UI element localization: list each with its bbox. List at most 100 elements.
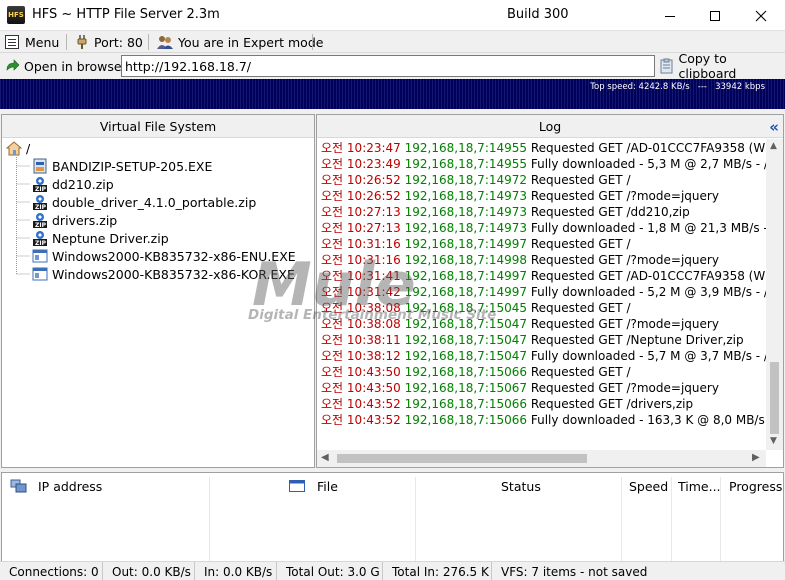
- log-ampm: 오전: [321, 413, 344, 427]
- log-address: 192,168,18,7:15047: [404, 349, 528, 363]
- log-time: 10:31:41: [346, 269, 401, 283]
- vfs-file-item[interactable]: ZIP Neptune Driver.zip: [32, 229, 169, 247]
- log-address: 192,168,18,7:14973: [404, 221, 528, 235]
- menu-label: Menu: [25, 34, 60, 50]
- col-speed[interactable]: Speed: [629, 473, 668, 499]
- copy-to-clipboard-button[interactable]: Copy to clipboard: [659, 51, 785, 81]
- scroll-right-icon[interactable]: ▶: [752, 452, 760, 463]
- col-time[interactable]: Time...: [678, 473, 721, 499]
- toolbar-divider: [312, 34, 313, 50]
- vfs-file-item[interactable]: ZIP drivers.zip: [32, 211, 117, 229]
- log-time: 10:23:47: [346, 141, 401, 155]
- column-divider: [415, 477, 416, 561]
- status-connections: Connections: 0: [0, 562, 103, 580]
- log-line: 오전 10:31:42 192,168,18,7:14997 Fully dow…: [321, 284, 783, 300]
- open-in-browser-button[interactable]: Open in browser: [4, 55, 127, 77]
- minimize-icon: [665, 15, 675, 17]
- log-ampm: 오전: [321, 237, 344, 251]
- vfs-file-name: BANDIZIP-SETUP-205.EXE: [52, 158, 213, 174]
- log-line: 오전 10:43:52 192,168,18,7:15066 Fully dow…: [321, 412, 784, 428]
- column-divider: [720, 477, 721, 561]
- network-icon: [10, 479, 27, 493]
- menu-icon: [5, 35, 19, 49]
- log-line: 오전 10:31:41 192,168,18,7:14997 Requested…: [321, 268, 783, 284]
- log-address: 192,168,18,7:14997: [404, 237, 528, 251]
- vfs-file-name: Neptune Driver.zip: [52, 230, 169, 246]
- open-in-browser-label: Open in browser: [24, 58, 127, 74]
- col-ip-address[interactable]: IP address: [10, 473, 210, 499]
- vfs-file-item[interactable]: BANDIZIP-SETUP-205.EXE: [32, 157, 212, 175]
- log-address: 192,168,18,7:14997: [404, 269, 528, 283]
- col-progress[interactable]: Progress: [729, 473, 782, 499]
- connections-list[interactable]: IP address File Status Speed Time... Pro…: [1, 472, 784, 562]
- column-divider: [671, 477, 672, 561]
- log-address: 192,168,18,7:14998: [404, 253, 528, 267]
- zip-icon: ZIP: [33, 213, 47, 228]
- vfs-file-item[interactable]: ZIP double_driver_4.1.0_portable.zip: [32, 193, 256, 211]
- vfs-root[interactable]: /: [6, 139, 30, 157]
- status-out-speed: Out: 0.0 KB/s: [103, 562, 195, 580]
- log-address: 192,168,18,7:15066: [404, 397, 528, 411]
- url-field[interactable]: [121, 55, 655, 77]
- log-ampm: 오전: [321, 397, 344, 411]
- log-ampm: 오전: [321, 173, 344, 187]
- scroll-up-icon[interactable]: ▲: [770, 141, 777, 151]
- port-button[interactable]: Port: 80: [76, 31, 143, 53]
- collapse-double-chevron-icon[interactable]: «: [769, 118, 779, 136]
- log-message: Requested GET /AD-01CCC7FA9358 (WIN2000): [530, 269, 783, 283]
- log-time: 10:38:08: [346, 317, 401, 331]
- mode-label: You are in Expert mode: [178, 34, 324, 50]
- vfs-root-label: /: [26, 140, 31, 156]
- log-time: 10:43:52: [346, 413, 401, 427]
- log-line: 오전 10:23:47 192,168,18,7:14955 Requested…: [321, 140, 783, 156]
- log-ampm: 오전: [321, 285, 344, 299]
- log-message: Fully downloaded - 1,8 M @ 21,3 MB/s - /…: [530, 221, 784, 235]
- zip-icon: ZIP: [33, 195, 47, 210]
- log-time: 10:43:50: [346, 365, 401, 379]
- virtual-file-system-panel[interactable]: Virtual File System / BANDIZIP-SETUP-205…: [1, 114, 315, 468]
- col-status[interactable]: Status: [501, 473, 541, 499]
- log-ampm: 오전: [321, 381, 344, 395]
- menu-button[interactable]: Menu: [5, 31, 59, 53]
- col-status-label: Status: [501, 478, 541, 494]
- log-ampm: 오전: [321, 365, 344, 379]
- log-address: 192,168,18,7:15066: [404, 413, 528, 427]
- exe-icon: [32, 267, 48, 281]
- status-vfs[interactable]: VFS: 7 items - not saved: [492, 562, 785, 580]
- status-total-out: Total Out: 3.0 G: [277, 562, 383, 580]
- log-horizontal-scroll-thumb[interactable]: [337, 454, 587, 463]
- log-address: 192,168,18,7:14997: [404, 285, 528, 299]
- col-file-label: File: [317, 478, 338, 494]
- log-time: 10:31:16: [346, 237, 401, 251]
- close-button[interactable]: [738, 0, 784, 31]
- minimize-button[interactable]: [647, 0, 693, 31]
- vfs-file-item[interactable]: ZIP dd210.zip: [32, 175, 114, 193]
- log-address: 192,168,18,7:15047: [404, 317, 528, 331]
- log-vertical-scrollbar[interactable]: ▲ ▼: [766, 139, 783, 450]
- users-icon: [157, 36, 173, 49]
- log-line: 오전 10:26:52 192,168,18,7:14972 Requested…: [321, 172, 631, 188]
- log-vertical-scroll-thumb[interactable]: [770, 362, 779, 434]
- title-bar: HFS HFS ~ HTTP File Server 2.3m Build 30…: [0, 0, 785, 31]
- maximize-button[interactable]: [692, 0, 738, 31]
- log-line: 오전 10:31:16 192,168,18,7:14998 Requested…: [321, 252, 719, 268]
- vfs-file-item[interactable]: Windows2000-KB835732-x86-KOR.EXE: [32, 265, 295, 283]
- svg-text:ZIP: ZIP: [35, 222, 47, 228]
- window-file-icon: [289, 480, 305, 492]
- col-file[interactable]: File: [289, 473, 338, 499]
- toolbar-divider: [148, 34, 149, 50]
- log-ampm: 오전: [321, 269, 344, 283]
- log-ampm: 오전: [321, 221, 344, 235]
- log-time: 10:31:42: [346, 285, 401, 299]
- log-time: 10:26:52: [346, 189, 401, 203]
- log-horizontal-scrollbar[interactable]: ◀ ▶: [317, 450, 766, 467]
- log-header: Log: [317, 115, 783, 138]
- vfs-file-item[interactable]: Windows2000-KB835732-x86-ENU.EXE: [32, 247, 296, 265]
- scroll-down-icon[interactable]: ▼: [770, 436, 777, 446]
- log-message: Fully downloaded - 163,3 K @ 8,0 MB/s - …: [530, 413, 784, 427]
- scroll-left-icon[interactable]: ◀: [321, 452, 329, 463]
- log-line: 오전 10:38:08 192,168,18,7:15045 Requested…: [321, 300, 631, 316]
- log-message: Requested GET /drivers,zip: [530, 397, 694, 411]
- log-panel[interactable]: Log « 오전 10:23:47 192,168,18,7:14955 Req…: [316, 114, 784, 468]
- mode-button[interactable]: You are in Expert mode: [156, 31, 323, 53]
